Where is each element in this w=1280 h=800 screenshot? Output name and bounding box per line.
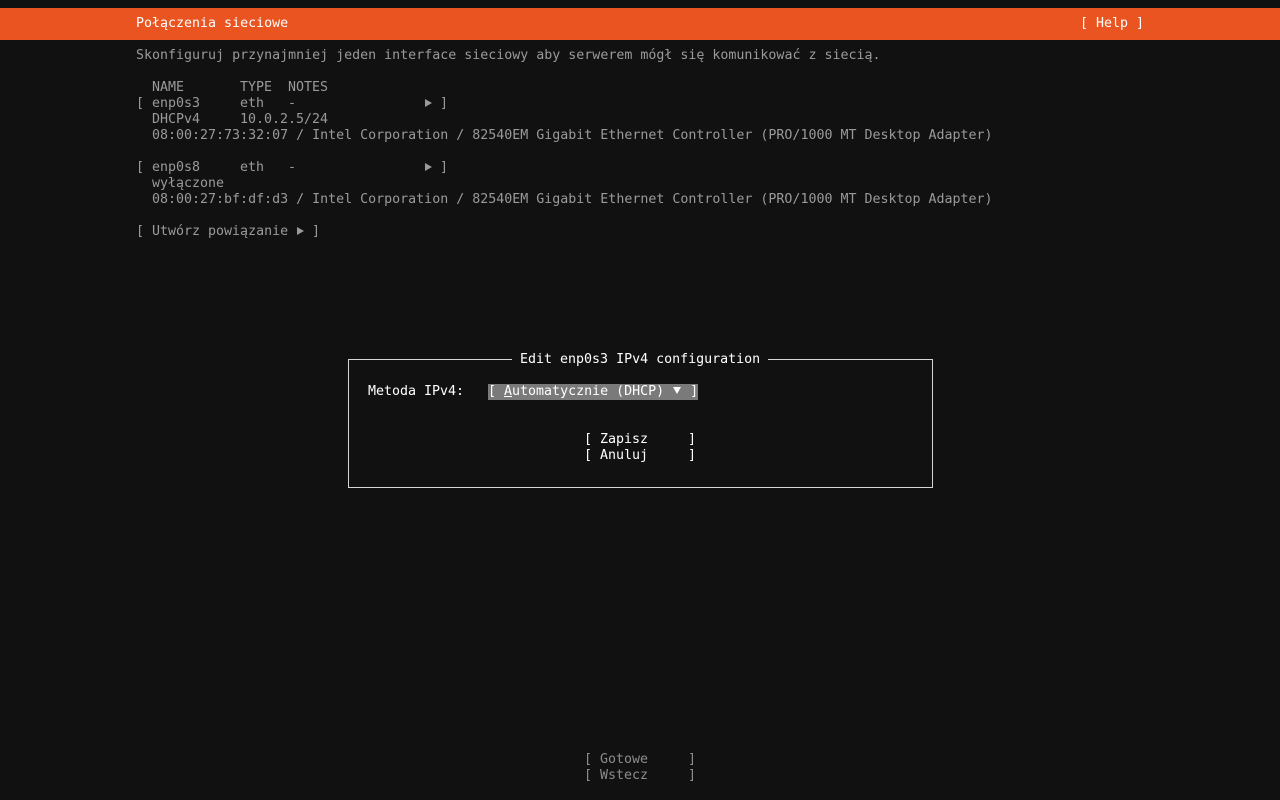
back-label: Wstecz <box>600 768 649 783</box>
interface-hw-info: 08:00:27:73:32:07 / Intel Corporation / … <box>152 128 993 143</box>
chevron-right-icon <box>424 96 433 112</box>
create-bond-label: Utwórz powiązanie <box>152 224 289 239</box>
bracket-close: ] <box>688 768 697 783</box>
page-title: Połączenia sieciowe <box>136 16 289 31</box>
interface-name: enp0s8 <box>152 160 201 175</box>
interface-name: enp0s3 <box>152 96 201 111</box>
help-button[interactable]: [ Help ] <box>1080 16 1144 32</box>
interface-type: eth <box>240 160 265 175</box>
bracket-open: [ <box>584 768 593 783</box>
ipv4-config-dialog <box>348 359 933 488</box>
interface-status: wyłączone <box>152 176 225 191</box>
bracket-close: ] <box>440 160 449 175</box>
interface-notes: - <box>288 96 297 111</box>
cancel-label: Anuluj <box>600 448 649 463</box>
col-header-notes: NOTES <box>288 80 329 95</box>
bracket-open: [ <box>584 432 593 447</box>
interface-hw-info: 08:00:27:bf:df:d3 / Intel Corporation / … <box>152 192 993 207</box>
col-header-type: TYPE <box>240 80 273 95</box>
bracket-open: [ <box>488 384 505 399</box>
chevron-right-icon <box>424 160 433 176</box>
col-header-name: NAME <box>152 80 185 95</box>
bracket-close: ] <box>312 224 321 239</box>
bracket-close: ] <box>440 96 449 111</box>
interface-type: eth <box>240 96 265 111</box>
ipv4-method-dropdown[interactable]: [ Automatycznie (DHCP) ] <box>488 384 699 400</box>
bracket-close: ] <box>688 448 697 463</box>
ipv4-method-label: Metoda IPv4: <box>368 384 465 399</box>
method-value: utomatycznie (DHCP) <box>512 384 665 399</box>
bracket-open: [ <box>584 448 593 463</box>
bracket-open: [ <box>136 224 145 239</box>
bracket-open: [ <box>136 160 145 175</box>
bracket-close: ] <box>688 752 697 767</box>
interface-notes: - <box>288 160 297 175</box>
interface-addr-method: DHCPv4 <box>152 112 201 127</box>
bracket-close: ] <box>688 432 697 447</box>
chevron-right-icon <box>296 224 305 240</box>
bracket-close: ] <box>682 384 699 399</box>
dialog-title: Edit enp0s3 IPv4 configuration <box>512 352 769 368</box>
done-label: Gotowe <box>600 752 649 767</box>
interface-addr: 10.0.2.5/24 <box>240 112 329 127</box>
chevron-down-icon <box>672 384 682 399</box>
intro-text: Skonfiguruj przynajmniej jeden interface… <box>136 48 881 63</box>
method-hotkey: A <box>504 384 513 399</box>
save-label: Zapisz <box>600 432 649 447</box>
bracket-open: [ <box>136 96 145 111</box>
header-bar: Połączenia sieciowe [ Help ] <box>0 8 1280 40</box>
bracket-open: [ <box>584 752 593 767</box>
